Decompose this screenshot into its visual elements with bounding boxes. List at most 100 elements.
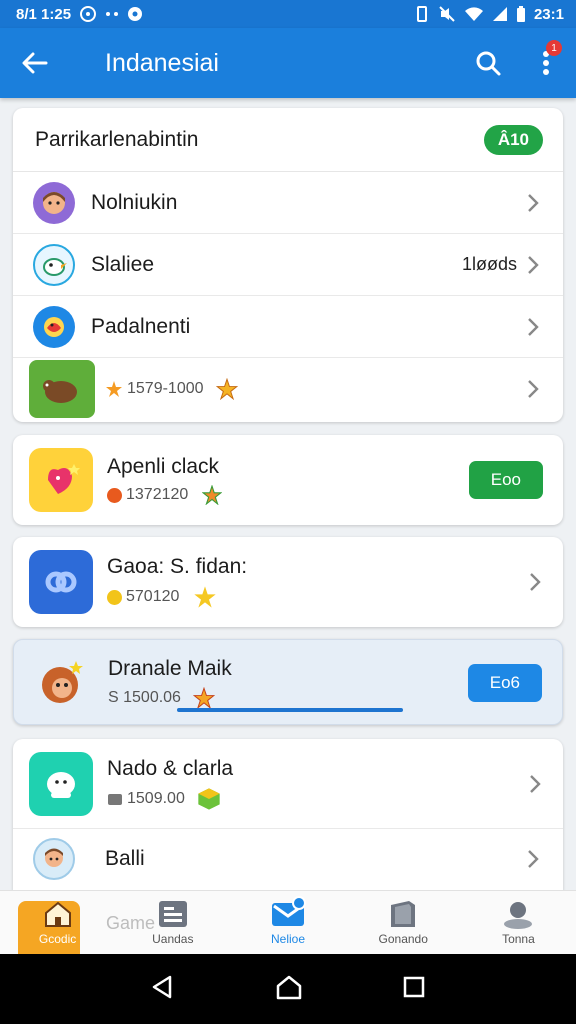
chevron-right-icon bbox=[525, 316, 541, 338]
coin-icon bbox=[107, 487, 122, 503]
triangle-back-icon bbox=[152, 975, 171, 998]
chevron-right-icon bbox=[525, 378, 541, 400]
game-score: 570120 bbox=[126, 588, 180, 605]
reward-value: 1579-1000 bbox=[127, 380, 204, 397]
list-item-reward[interactable]: 1579-1000 bbox=[13, 358, 563, 420]
game-card-selected: Dranale Maik S 1500.06 Eo6 bbox=[13, 639, 563, 725]
ghost-label: Game bbox=[106, 913, 156, 933]
notification-icon bbox=[79, 5, 97, 23]
wifi-icon bbox=[464, 6, 484, 22]
coin-icon bbox=[107, 589, 122, 605]
cube-icon bbox=[198, 787, 220, 810]
list-item-balli[interactable]: Balli bbox=[13, 829, 563, 889]
game-meta: 1509.00 bbox=[107, 787, 527, 811]
game-icon bbox=[29, 448, 93, 512]
list-item-slaliee[interactable]: Slaliee 1løøds bbox=[13, 234, 563, 296]
nav-label: Nelioe bbox=[270, 932, 306, 946]
game-meta: S 1500.06 bbox=[108, 687, 468, 709]
progress-bar bbox=[177, 708, 403, 712]
battery-icon bbox=[516, 5, 526, 23]
nav-label: Uandas bbox=[152, 932, 194, 946]
chevron-right-icon bbox=[527, 773, 543, 795]
list-item-label: Slaliee bbox=[91, 252, 155, 276]
star-icon bbox=[215, 378, 238, 400]
summary-card-title: Parrikarlenabintin bbox=[35, 127, 199, 151]
game-card: Gaoa: S. fidan: 570120 bbox=[13, 537, 563, 627]
game-card: Nado & clarla 1509.00 Balli bbox=[13, 739, 563, 891]
list-item-padalnenti[interactable]: Padalnenti bbox=[13, 296, 563, 358]
page-title: Indanesiai bbox=[105, 48, 219, 77]
system-home-button[interactable] bbox=[275, 974, 303, 1005]
gift-icon bbox=[202, 485, 223, 505]
bird-icon bbox=[44, 316, 64, 337]
game-card: Apenli clack 1372120 Eoo bbox=[13, 435, 563, 525]
game-score: 1509.00 bbox=[127, 789, 185, 807]
game-meta: 570120 bbox=[107, 585, 527, 609]
game-row[interactable]: Nado & clarla 1509.00 bbox=[13, 739, 563, 829]
avatar bbox=[33, 181, 75, 224]
bottom-nav: Gcodic Uandas Nelioe Gonando Tonna Game bbox=[0, 890, 576, 955]
game-row[interactable]: Dranale Maik S 1500.06 Eo6 bbox=[14, 640, 562, 724]
person-icon bbox=[45, 848, 63, 867]
wallet-icon bbox=[108, 793, 122, 805]
game-icon bbox=[29, 751, 93, 816]
game-action-button[interactable]: Eo6 bbox=[467, 664, 542, 702]
summary-card-header: Parrikarlenabintin Â10 bbox=[13, 108, 563, 172]
nav-item-messages[interactable]: Nelioe bbox=[230, 891, 345, 954]
list-item-value: 1løøds bbox=[461, 254, 517, 274]
search-button[interactable] bbox=[460, 28, 516, 98]
game-title: Apenli clack bbox=[107, 455, 220, 478]
vibrate-icon bbox=[414, 5, 430, 23]
system-recents-button[interactable] bbox=[402, 975, 426, 1004]
star-icon bbox=[194, 586, 217, 608]
chevron-right-icon bbox=[525, 848, 541, 870]
game-title: Dranale Maik bbox=[108, 657, 232, 680]
chevron-right-icon bbox=[525, 254, 541, 276]
home-icon bbox=[41, 899, 75, 929]
bird-icon bbox=[43, 257, 67, 276]
more-options-button[interactable]: 1 bbox=[516, 28, 576, 98]
gift-icon bbox=[106, 381, 122, 397]
nav-item-profile[interactable]: Tonna bbox=[461, 891, 576, 954]
list-item-label: Balli bbox=[105, 847, 145, 870]
signal-icon bbox=[492, 6, 508, 22]
game-meta: 1372120 bbox=[107, 485, 469, 505]
reward-meta: 1579-1000 bbox=[105, 378, 525, 400]
star-icon bbox=[192, 687, 215, 709]
search-icon bbox=[476, 51, 501, 76]
back-button[interactable] bbox=[0, 28, 70, 98]
list-item-label: Nolniukin bbox=[91, 190, 178, 214]
box-icon bbox=[386, 899, 420, 929]
home-outline-icon bbox=[276, 975, 302, 999]
dots-icon bbox=[105, 11, 119, 17]
avatar bbox=[33, 305, 75, 348]
game-icon bbox=[29, 550, 93, 614]
heart-character-icon bbox=[48, 464, 80, 494]
nav-item-home[interactable]: Gcodic bbox=[0, 891, 115, 955]
game-score: S 1500.06 bbox=[108, 689, 181, 706]
status-bar: 8/1 1:25 23:1 bbox=[0, 0, 576, 28]
game-row[interactable]: Apenli clack 1372120 Eoo bbox=[13, 435, 563, 525]
nav-item-store[interactable]: Gonando bbox=[346, 891, 461, 954]
nav-label: Gcodic bbox=[38, 932, 77, 946]
game-thumbnail bbox=[29, 360, 95, 418]
system-back-button[interactable] bbox=[150, 974, 176, 1005]
game-title: Gaoa: S. fidan: bbox=[107, 555, 248, 578]
game-title: Nado & clarla bbox=[107, 756, 234, 780]
status-right-text: 23:1 bbox=[533, 5, 564, 23]
nav-label: Tonna bbox=[502, 932, 535, 946]
list-icon bbox=[156, 899, 190, 929]
character-icon bbox=[47, 771, 75, 798]
list-item-nolniukin[interactable]: Nolniukin bbox=[13, 172, 563, 234]
link-icon bbox=[45, 571, 77, 593]
person-icon bbox=[501, 899, 535, 929]
avatar bbox=[33, 243, 75, 286]
notification-badge: 1 bbox=[546, 40, 562, 56]
game-score: 1372120 bbox=[126, 486, 189, 503]
game-row[interactable]: Gaoa: S. fidan: 570120 bbox=[13, 537, 563, 627]
arrow-left-icon bbox=[22, 52, 48, 74]
count-badge: Â10 bbox=[483, 124, 543, 155]
game-action-button[interactable]: Eoo bbox=[468, 461, 543, 499]
record-icon bbox=[127, 6, 143, 22]
status-time: 8/1 1:25 bbox=[16, 5, 72, 23]
